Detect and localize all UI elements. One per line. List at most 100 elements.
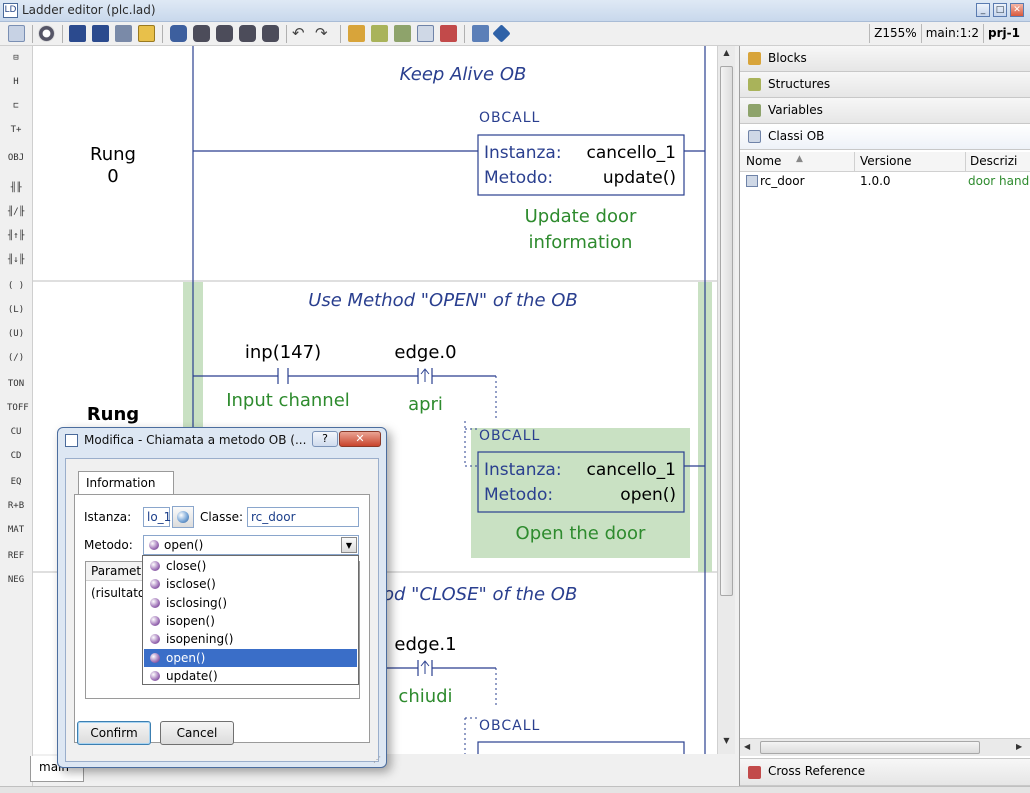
panel-horizontal-scrollbar[interactable]: ◀ ▶ xyxy=(740,738,1030,756)
mail-icon[interactable] xyxy=(138,25,155,42)
run-icon[interactable] xyxy=(38,25,55,42)
sort-ascending-icon: ▲ xyxy=(796,154,803,164)
variables-icon xyxy=(748,104,761,117)
ladder-tool-icon[interactable]: ╢/╟ xyxy=(7,204,25,220)
ladder-tool-icon[interactable]: CU xyxy=(7,424,25,440)
blocks-icon[interactable] xyxy=(348,25,365,42)
scroll-up-icon[interactable]: ▲ xyxy=(720,48,733,62)
properties-icon[interactable] xyxy=(8,25,25,42)
undo-icon[interactable]: ↶ xyxy=(292,25,309,42)
scroll-down-icon[interactable]: ▼ xyxy=(720,736,733,750)
confirm-button[interactable]: Confirm xyxy=(77,721,151,745)
copy-icon[interactable] xyxy=(216,25,233,42)
save-icon[interactable] xyxy=(69,25,86,42)
canvas-scrollbar[interactable]: ▲ ▼ xyxy=(717,46,735,754)
classes-icon[interactable] xyxy=(417,25,434,42)
cut-icon[interactable] xyxy=(193,25,210,42)
rung-1-label: Rung xyxy=(86,404,140,425)
ladder-tool-icon[interactable]: ⊏ xyxy=(7,98,25,114)
table-row[interactable]: rc_door 1.0.0 door hand xyxy=(740,173,1030,191)
ladder-tool-icon[interactable]: REF xyxy=(7,548,25,564)
ladder-tool-icon[interactable]: H xyxy=(7,74,25,90)
column-header-versione[interactable]: Versione xyxy=(860,154,912,168)
tab-variables[interactable]: Variables xyxy=(740,98,1030,124)
method-option[interactable]: isopening() xyxy=(144,630,357,648)
ladder-tool-icon[interactable]: R+B xyxy=(7,498,25,514)
ladder-tool-icon[interactable]: ╢↓╟ xyxy=(7,252,25,268)
project-panel: Blocks Structures Variables Classi OB No… xyxy=(739,46,1030,786)
ladder-tool-icon[interactable]: CD xyxy=(7,448,25,464)
cancel-button[interactable]: Cancel xyxy=(160,721,234,745)
method-icon xyxy=(150,652,160,663)
download-icon[interactable] xyxy=(492,24,511,43)
new-element-icon[interactable] xyxy=(170,25,187,42)
compile-icon[interactable] xyxy=(472,25,489,42)
ladder-tool-icon[interactable]: ╢↑╟ xyxy=(7,228,25,244)
tab-cross-reference[interactable]: Cross Reference xyxy=(740,758,1030,786)
ladder-tool-icon[interactable]: MAT xyxy=(7,522,25,538)
tab-structures[interactable]: Structures xyxy=(740,72,1030,98)
ladder-tool-icon[interactable]: (L) xyxy=(7,302,25,318)
ladder-tool-icon[interactable]: (/) xyxy=(7,350,25,366)
obcall-block-close[interactable] xyxy=(477,741,685,754)
scroll-thumb[interactable] xyxy=(760,741,980,754)
delete-icon[interactable] xyxy=(262,25,279,42)
method-option-label: update() xyxy=(166,668,218,683)
structures-icon xyxy=(748,78,761,91)
tab-label: Blocks xyxy=(768,51,807,65)
istanza-input[interactable]: lo_1 xyxy=(143,507,171,527)
scroll-right-icon[interactable]: ▶ xyxy=(1016,742,1022,751)
classe-label: Classe: xyxy=(200,510,243,524)
contact-comment: apri xyxy=(408,394,443,415)
ladder-tool-icon[interactable]: T+ xyxy=(7,122,25,138)
method-option[interactable]: isclosing() xyxy=(144,594,357,612)
ladder-tool-icon[interactable]: ⊟ xyxy=(7,50,25,66)
column-header-descrizione[interactable]: Descrizi xyxy=(970,154,1017,168)
method-option[interactable]: update() xyxy=(144,667,357,685)
paste-icon[interactable] xyxy=(239,25,256,42)
method-dropdown-list[interactable]: close() isclose() isclosing() isopen() isope… xyxy=(142,555,359,685)
ladder-tool-icon[interactable]: EQ xyxy=(7,474,25,490)
tab-information[interactable]: Information xyxy=(78,471,174,494)
minimize-button[interactable]: _ xyxy=(976,3,990,17)
row-description: door hand xyxy=(968,174,1030,188)
method-option[interactable]: isclose() xyxy=(144,575,357,593)
resize-grip-icon[interactable]: ⋰ xyxy=(373,755,383,765)
contact-name: edge.1 xyxy=(394,634,457,655)
ladder-tool-icon[interactable]: (U) xyxy=(7,326,25,342)
column-header-nome[interactable]: Nome xyxy=(746,154,781,168)
browse-instance-button[interactable] xyxy=(172,506,194,528)
help-button[interactable]: ? xyxy=(312,431,338,447)
chevron-down-icon[interactable]: ▼ xyxy=(341,537,357,553)
cross-reference-icon[interactable] xyxy=(440,25,457,42)
tab-label: Classi OB xyxy=(768,129,825,143)
instance-value: cancello_1 xyxy=(586,143,676,163)
save-all-icon[interactable] xyxy=(92,25,109,42)
redo-icon[interactable]: ↷ xyxy=(315,25,332,42)
metodo-select[interactable]: open() ▼ xyxy=(143,535,359,555)
method-option[interactable]: close() xyxy=(144,557,357,575)
main-toolbar: ↶ ↷ Z155% main:1:2 prj-1 xyxy=(0,22,1030,46)
print-icon[interactable] xyxy=(115,25,132,42)
close-button[interactable]: ✕ xyxy=(1010,3,1024,17)
dialog-close-button[interactable]: ✕ xyxy=(339,431,381,447)
ladder-tool-icon[interactable]: OBJ xyxy=(7,150,25,166)
tab-blocks[interactable]: Blocks xyxy=(740,46,1030,72)
ladder-tool-icon[interactable]: ( ) xyxy=(7,278,25,294)
ladder-tool-icon[interactable]: TON xyxy=(7,376,25,392)
status-indicators: Z155% main:1:2 prj-1 xyxy=(869,24,1024,43)
ladder-tool-icon[interactable]: NEG xyxy=(7,572,25,588)
method-option[interactable]: open() xyxy=(144,648,357,667)
ladder-tool-icon[interactable]: TOFF xyxy=(7,400,29,416)
structures-icon[interactable] xyxy=(371,25,388,42)
scroll-left-icon[interactable]: ◀ xyxy=(744,742,750,751)
method-option[interactable]: isopen() xyxy=(144,612,357,630)
ladder-tool-palette: ⊟ H ⊏ T+ OBJ ╢╟ ╢/╟ ╢↑╟ ╢↓╟ ( ) (L) (U) (/) TON TOFF CU… xyxy=(0,46,33,786)
ladder-tool-icon[interactable]: ╢╟ xyxy=(7,180,25,196)
maximize-button[interactable]: □ xyxy=(993,3,1007,17)
tab-classi-ob[interactable]: Classi OB xyxy=(740,124,1030,150)
window-title: Ladder editor (plc.lad) xyxy=(22,3,156,17)
classe-input[interactable]: rc_door xyxy=(247,507,359,527)
scroll-thumb[interactable] xyxy=(720,66,733,596)
variables-icon[interactable] xyxy=(394,25,411,42)
